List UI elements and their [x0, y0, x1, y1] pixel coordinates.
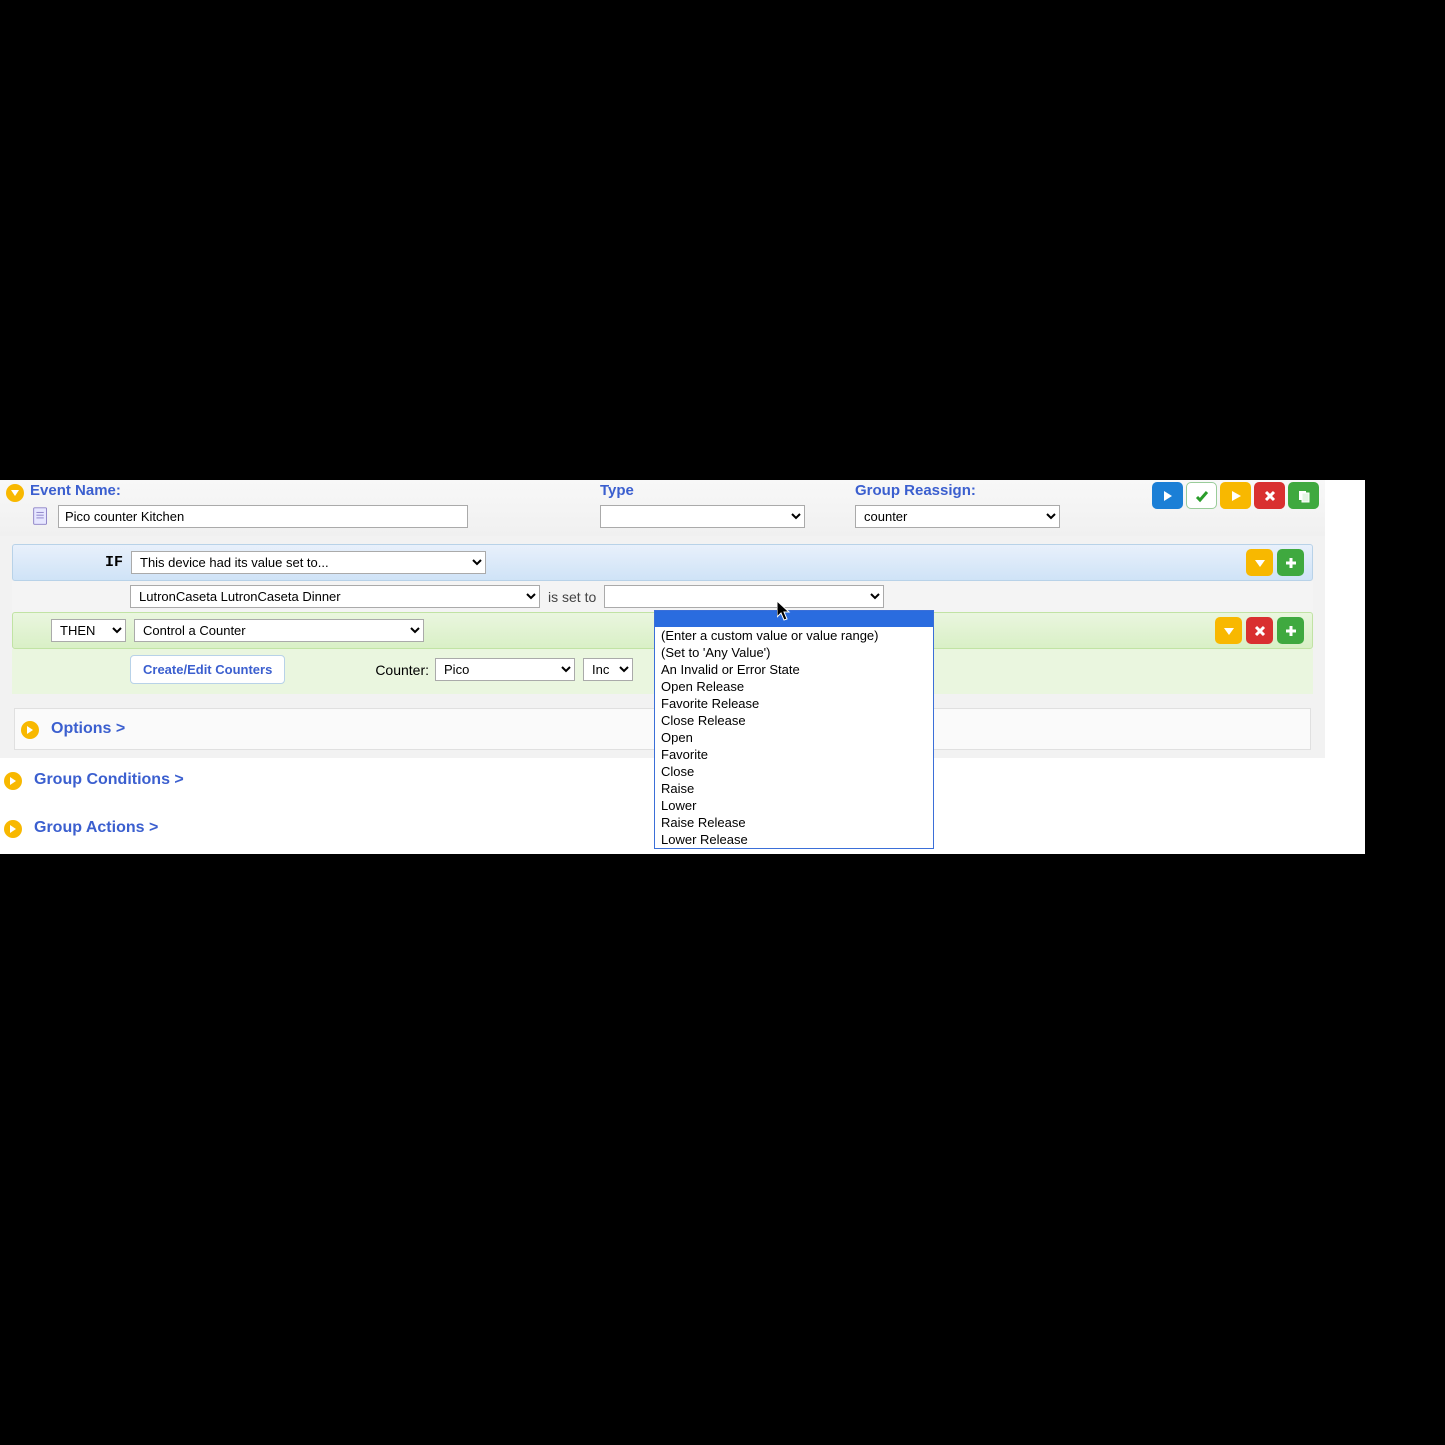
group-reassign-select[interactable]: counter [855, 505, 1060, 528]
options-link[interactable]: Options > [51, 720, 125, 738]
delete-button[interactable] [1254, 482, 1285, 509]
device-row: LutronCaseta LutronCaseta Dinner is set … [12, 581, 1313, 612]
expand-icon[interactable] [21, 721, 39, 739]
type-select[interactable] [600, 505, 805, 528]
action-select[interactable]: Control a Counter [134, 619, 424, 642]
event-header: Event Name: Type Group Reassign: counter [0, 480, 1325, 536]
counter-select[interactable]: Pico [435, 658, 575, 681]
dropdown-icon[interactable] [1246, 549, 1273, 576]
type-label: Type [600, 482, 855, 499]
is-set-to-label: is set to [548, 589, 596, 605]
event-name-label: Event Name: [30, 482, 600, 499]
dropdown-option[interactable]: An Invalid or Error State [655, 661, 933, 678]
event-name-input[interactable] [58, 505, 468, 528]
condition-type-select[interactable]: This device had its value set to... [131, 551, 486, 574]
create-edit-counters-button[interactable]: Create/Edit Counters [130, 655, 285, 684]
dropdown-option[interactable] [655, 611, 933, 627]
counter-label: Counter: [375, 662, 429, 678]
dropdown-option[interactable]: Close Release [655, 712, 933, 729]
copy-button[interactable] [1288, 482, 1319, 509]
group-reassign-label: Group Reassign: [855, 482, 1145, 499]
inc-select[interactable]: Inc [583, 658, 633, 681]
add-icon[interactable] [1277, 617, 1304, 644]
next-button[interactable] [1152, 482, 1183, 509]
dropdown-option[interactable]: Close [655, 763, 933, 780]
dropdown-option[interactable]: Open Release [655, 678, 933, 695]
expand-icon[interactable] [4, 772, 22, 790]
document-icon [30, 506, 52, 528]
dropdown-option[interactable]: Raise [655, 780, 933, 797]
value-dropdown-open[interactable]: (Enter a custom value or value range)(Se… [654, 610, 934, 849]
confirm-button[interactable] [1186, 482, 1217, 509]
collapse-toggle[interactable] [6, 484, 24, 502]
then-select[interactable]: THEN [51, 619, 126, 642]
play-button[interactable] [1220, 482, 1251, 509]
group-conditions-link[interactable]: Group Conditions > [34, 771, 184, 789]
device-select[interactable]: LutronCaseta LutronCaseta Dinner [130, 585, 540, 608]
dropdown-option[interactable]: Lower Release [655, 831, 933, 848]
expand-icon[interactable] [4, 820, 22, 838]
if-label: IF [21, 554, 131, 571]
if-row: IF This device had its value set to... [12, 544, 1313, 581]
dropdown-option[interactable]: Raise Release [655, 814, 933, 831]
cursor-icon [777, 601, 793, 621]
dropdown-option[interactable]: (Set to 'Any Value') [655, 644, 933, 661]
dropdown-option[interactable]: Favorite Release [655, 695, 933, 712]
add-icon[interactable] [1277, 549, 1304, 576]
dropdown-option[interactable]: (Enter a custom value or value range) [655, 627, 933, 644]
group-actions-link[interactable]: Group Actions > [34, 819, 158, 837]
value-select[interactable] [604, 585, 884, 608]
dropdown-option[interactable]: Lower [655, 797, 933, 814]
dropdown-icon[interactable] [1215, 617, 1242, 644]
dropdown-option[interactable]: Favorite [655, 746, 933, 763]
dropdown-option[interactable]: Open [655, 729, 933, 746]
remove-icon[interactable] [1246, 617, 1273, 644]
